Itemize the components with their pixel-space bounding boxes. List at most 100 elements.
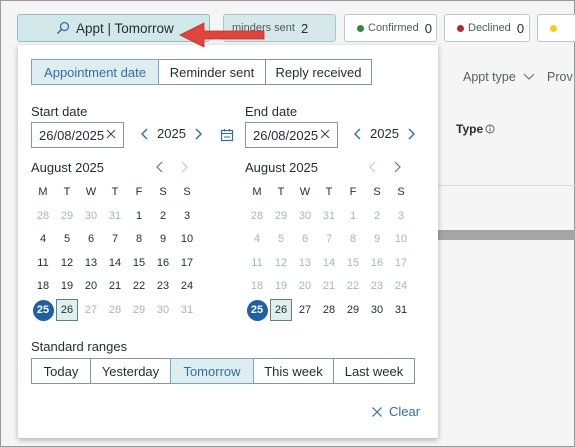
calendar-day[interactable]: 18 (245, 275, 269, 298)
calendar-day[interactable]: 10 (175, 228, 199, 251)
calendar-day[interactable]: 29 (269, 205, 293, 228)
calendar-day[interactable]: 7 (317, 228, 341, 251)
tab-reminder-sent[interactable]: Reminder sent (158, 59, 266, 85)
calendar-day[interactable]: 25 (245, 299, 269, 322)
calendar-day[interactable]: 30 (293, 205, 317, 228)
horizontal-scrollbar[interactable] (437, 230, 575, 240)
calendar-day[interactable]: 21 (317, 275, 341, 298)
calendar-day[interactable]: 25 (31, 299, 55, 322)
calendar-day[interactable]: 1 (341, 205, 365, 228)
close-icon[interactable] (318, 127, 332, 141)
calendar-day[interactable]: 5 (55, 228, 79, 251)
calendar-day[interactable]: 9 (365, 228, 389, 251)
clear-button[interactable]: Clear (371, 404, 420, 419)
calendar-day[interactable]: 21 (103, 275, 127, 298)
calendar-day[interactable]: 30 (365, 299, 389, 322)
calendar-day[interactable]: 12 (55, 252, 79, 275)
calendar-day[interactable]: 3 (175, 205, 199, 228)
tab-reply-received[interactable]: Reply received (265, 59, 372, 85)
calendar-day[interactable]: 31 (103, 205, 127, 228)
chevron-left-icon[interactable] (352, 127, 362, 141)
calendar-day[interactable]: 28 (317, 299, 341, 322)
chevron-right-icon[interactable] (407, 127, 417, 141)
unknown-status-chip[interactable] (537, 14, 575, 42)
range-yesterday[interactable]: Yesterday (90, 358, 171, 384)
calendar-day[interactable]: 12 (269, 252, 293, 275)
calendar-day[interactable]: 31 (317, 205, 341, 228)
calendar-day[interactable]: 19 (55, 275, 79, 298)
calendar-swap-icon[interactable] (220, 128, 234, 142)
range-today[interactable]: Today (31, 358, 91, 384)
calendar-day[interactable]: 29 (55, 205, 79, 228)
calendar-day[interactable]: 14 (317, 252, 341, 275)
calendar-day[interactable]: 24 (175, 275, 199, 298)
calendar-day[interactable]: 28 (245, 205, 269, 228)
calendar-day[interactable]: 11 (31, 252, 55, 275)
calendar-day[interactable]: 13 (293, 252, 317, 275)
calendar-day[interactable]: 26 (269, 298, 293, 322)
calendar-day[interactable]: 30 (151, 299, 175, 322)
calendar-week-row: 18 19 20 21 22 23 24 (245, 275, 413, 299)
calendar-day[interactable]: 20 (293, 275, 317, 298)
range-last-week[interactable]: Last week (333, 358, 415, 384)
calendar-day[interactable]: 31 (389, 299, 413, 322)
appt-type-column-header[interactable]: Appt type (463, 70, 536, 84)
calendar-day[interactable]: 15 (127, 252, 151, 275)
range-tomorrow[interactable]: Tomorrow (170, 358, 254, 384)
calendar-day[interactable]: 11 (245, 252, 269, 275)
calendar-day[interactable]: 2 (151, 205, 175, 228)
calendar-day[interactable]: 16 (365, 252, 389, 275)
calendar-day[interactable]: 20 (79, 275, 103, 298)
declined-chip[interactable]: Declined 0 (444, 14, 530, 42)
calendar-day[interactable]: 4 (31, 228, 55, 251)
chevron-right-icon[interactable] (172, 159, 196, 175)
range-this-week[interactable]: This week (253, 358, 334, 384)
calendar-day[interactable]: 8 (341, 228, 365, 251)
chevron-left-icon[interactable] (361, 159, 385, 175)
calendar-day[interactable]: 13 (79, 252, 103, 275)
chevron-right-icon[interactable] (385, 159, 409, 175)
calendar-day[interactable]: 28 (31, 205, 55, 228)
calendar-day[interactable]: 16 (151, 252, 175, 275)
calendar-day[interactable]: 23 (365, 275, 389, 298)
calendar-day[interactable]: 4 (245, 228, 269, 251)
info-icon[interactable] (485, 124, 495, 134)
calendar-day[interactable]: 27 (79, 299, 103, 322)
calendar-day[interactable]: 14 (103, 252, 127, 275)
calendar-day[interactable]: 30 (79, 205, 103, 228)
calendar-day[interactable]: 22 (341, 275, 365, 298)
chevron-right-icon[interactable] (194, 127, 204, 141)
calendar-day[interactable]: 23 (151, 275, 175, 298)
calendar-day[interactable]: 29 (341, 299, 365, 322)
end-date-input[interactable]: 26/08/2025 (245, 122, 338, 148)
calendar-day[interactable]: 15 (341, 252, 365, 275)
calendar-day[interactable]: 18 (31, 275, 55, 298)
close-icon[interactable] (104, 127, 118, 141)
calendar-day[interactable]: 29 (127, 299, 151, 322)
calendar-day[interactable]: 6 (293, 228, 317, 251)
calendar-day[interactable]: 17 (389, 252, 413, 275)
calendar-day[interactable]: 26 (55, 298, 79, 322)
confirmed-chip[interactable]: Confirmed 0 (344, 14, 437, 42)
calendar-day[interactable]: 3 (389, 205, 413, 228)
chevron-left-icon[interactable] (139, 127, 149, 141)
calendar-day[interactable]: 7 (103, 228, 127, 251)
calendar-day[interactable]: 22 (127, 275, 151, 298)
calendar-day[interactable]: 27 (293, 299, 317, 322)
calendar-day[interactable]: 9 (151, 228, 175, 251)
calendar-day[interactable]: 24 (389, 275, 413, 298)
calendar-day[interactable]: 17 (175, 252, 199, 275)
calendar-day[interactable]: 6 (79, 228, 103, 251)
start-date-input[interactable]: 26/08/2025 (31, 122, 124, 148)
calendar-day[interactable]: 19 (269, 275, 293, 298)
calendar-day[interactable]: 8 (127, 228, 151, 251)
calendar-day[interactable]: 5 (269, 228, 293, 251)
calendar-day[interactable]: 1 (127, 205, 151, 228)
calendar-day[interactable]: 31 (175, 299, 199, 322)
calendar-day[interactable]: 10 (389, 228, 413, 251)
calendar-day[interactable]: 28 (103, 299, 127, 322)
tab-appointment-date[interactable]: Appointment date (31, 59, 159, 85)
prov-column-header[interactable]: Prov (547, 70, 573, 84)
calendar-day[interactable]: 2 (365, 205, 389, 228)
chevron-left-icon[interactable] (148, 159, 172, 175)
